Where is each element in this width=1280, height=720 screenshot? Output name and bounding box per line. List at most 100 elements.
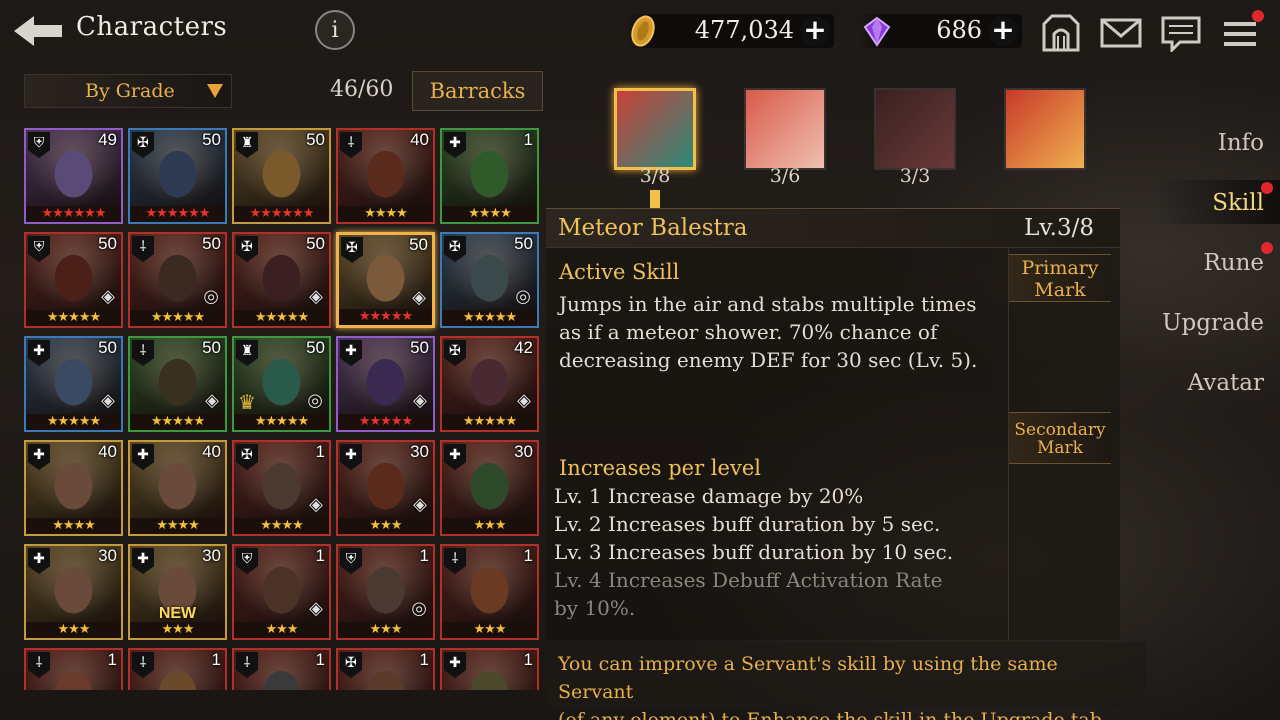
character-card[interactable]: ✚ 30 ★★★ [24, 544, 123, 640]
character-level: 1 [419, 546, 429, 565]
character-card[interactable]: ♜ 50 ★★★★★★ [232, 128, 331, 224]
character-card[interactable]: ⛨ 1 ◈ ★★★ [232, 544, 331, 640]
character-card[interactable]: ✚ 50 ◈ ★★★★★ [336, 336, 435, 432]
castle-gate-icon[interactable] [1040, 12, 1082, 52]
character-card[interactable]: ✠ 50 ◈ ★★★★★ [336, 232, 435, 328]
character-card[interactable]: ⸸ 50 ◎ ★★★★★ [128, 232, 227, 328]
character-level: 49 [98, 130, 117, 149]
skill-notification-dot [1261, 182, 1273, 194]
character-card[interactable]: ✚ 30 ★★★ [440, 440, 539, 536]
character-card[interactable]: ⸸1★★★ [24, 648, 123, 690]
hint-line: (of any element) to Enhance the skill in… [558, 709, 1108, 720]
star-rating: ★★★★★ [442, 310, 537, 326]
gold-counter: 477,034 + [626, 14, 834, 48]
character-card[interactable]: ✠ 42 ◈ ★★★★★ [440, 336, 539, 432]
per-level-line: Lv. 2 Increases buff duration by 5 sec. [554, 512, 941, 536]
character-level: 30 [98, 546, 117, 565]
tab-avatar[interactable]: Avatar [1188, 370, 1264, 396]
character-level: 1 [523, 130, 533, 149]
rune-icon: ◈ [101, 390, 115, 411]
star-rating: ★★★★ [442, 206, 537, 222]
character-card[interactable]: ✚ 1 ★★★★ [440, 128, 539, 224]
character-card[interactable]: ♜ 50 ◎ ♛ ★★★★★ [232, 336, 331, 432]
character-card[interactable]: ✠ 50 ◈ ★★★★★ [232, 232, 331, 328]
character-card[interactable]: ✚1★★★ [440, 648, 539, 690]
character-card[interactable]: ✚ 30 ◈ ★★★ [336, 440, 435, 536]
character-card[interactable]: ✠ 1 ◈ ★★★★ [232, 440, 331, 536]
tab-rune[interactable]: Rune [1203, 250, 1264, 276]
rune-icon: ◎ [411, 598, 427, 619]
character-card[interactable]: ✚ 50 ◈ ★★★★★ [24, 336, 123, 432]
character-card[interactable]: ⸸1★★★ [440, 544, 539, 640]
tab-skill[interactable]: Skill [1212, 190, 1264, 216]
character-level: 1 [523, 650, 533, 669]
character-card[interactable]: ✚ 40 ★★★★ [24, 440, 123, 536]
primary-mark-label: Mark [1034, 279, 1086, 301]
character-card[interactable]: ✠ 50 ◎ ★★★★★ [440, 232, 539, 328]
character-card[interactable]: ⸸ 40 ★★★★ [336, 128, 435, 224]
character-card[interactable]: ⛨ 50 ◈ ★★★★★ [24, 232, 123, 328]
mail-icon[interactable] [1100, 12, 1142, 52]
star-rating: ★★★★ [234, 518, 329, 534]
rune-icon: ◈ [101, 286, 115, 307]
character-grid: ⛨ 49 ★★★★★★ ✠ 50 ★★★★★★ ♜ 50 ★★★★★★ ⸸ 40 ★★★★ ✚ 1 ★★★★… [24, 128, 542, 690]
star-rating: ★★★ [442, 518, 537, 534]
character-level: 40 [202, 442, 221, 461]
info-button[interactable]: i [315, 10, 355, 50]
sort-dropdown[interactable]: By Grade [24, 74, 232, 108]
add-gem-button[interactable]: + [988, 16, 1018, 46]
character-level: 50 [202, 130, 221, 149]
character-level: 42 [514, 338, 533, 357]
character-level: 1 [107, 650, 117, 669]
back-arrow-icon[interactable] [12, 14, 64, 48]
star-rating: ★★★★★ [26, 310, 121, 326]
character-level: 50 [98, 338, 117, 357]
character-card[interactable]: ✠ 50 ★★★★★★ [128, 128, 227, 224]
skill-tab[interactable] [614, 88, 696, 170]
skill-tab[interactable] [1004, 88, 1086, 170]
character-level: 50 [306, 130, 325, 149]
add-gold-button[interactable]: + [800, 16, 830, 46]
character-level: 40 [98, 442, 117, 461]
star-rating: ★★★★★★ [26, 206, 121, 222]
rune-icon: ◈ [412, 287, 426, 308]
per-level-line: Lv. 4 Increases Debuff Activation Rate [554, 568, 943, 592]
skill-tab-count: 3/8 [639, 165, 671, 187]
star-rating: ★★★★★ [338, 414, 433, 430]
sort-dropdown-label: By Grade [85, 80, 175, 102]
tab-info[interactable]: Info [1218, 130, 1264, 156]
character-level: 50 [409, 235, 428, 254]
character-card[interactable]: ⛨ 49 ★★★★★★ [24, 128, 123, 224]
character-level: 50 [98, 234, 117, 253]
rune-icon: ◎ [203, 286, 219, 307]
rune-icon: ◈ [413, 494, 427, 515]
character-card[interactable]: ⛨ 1 ◎ ★★★ [336, 544, 435, 640]
character-card[interactable]: ⸸1★★★ [232, 648, 331, 690]
character-card[interactable]: ⸸1★★★ [128, 648, 227, 690]
top-bar: Characters i 477,034 + 686 + [0, 0, 1280, 62]
skill-tab[interactable] [874, 88, 956, 170]
character-level: 30 [410, 442, 429, 461]
primary-mark-slot[interactable]: Primary Mark [1009, 254, 1111, 302]
character-card[interactable]: ⸸ 50 ◈ ★★★★★ [128, 336, 227, 432]
character-level: 1 [419, 650, 429, 669]
skill-tab[interactable] [744, 88, 826, 170]
character-card[interactable]: ✠1★★★ [336, 648, 435, 690]
chat-icon[interactable] [1160, 12, 1202, 54]
star-rating: ★★★★★ [234, 310, 329, 326]
skill-detail-panel: Meteor Balestra Lv.3/8 Active Skill Jump… [546, 208, 1120, 640]
rune-notification-dot [1261, 242, 1273, 254]
character-level: 50 [202, 338, 221, 357]
star-rating: ★★★★★★ [234, 206, 329, 222]
dropdown-arrow-icon [207, 84, 223, 98]
character-level: 50 [306, 234, 325, 253]
per-level-line: by 10%. [554, 596, 636, 620]
secondary-mark-slot[interactable]: Secondary Mark [1009, 412, 1111, 464]
character-card[interactable]: ✚ 40 ★★★★ [128, 440, 227, 536]
star-rating: ★★★ [338, 518, 433, 534]
character-card[interactable]: ✚ 30 NEW ★★★ [128, 544, 227, 640]
gold-coin-icon [626, 14, 660, 48]
character-level: 1 [315, 650, 325, 669]
barracks-button[interactable]: Barracks [412, 71, 543, 111]
tab-upgrade[interactable]: Upgrade [1162, 310, 1264, 336]
